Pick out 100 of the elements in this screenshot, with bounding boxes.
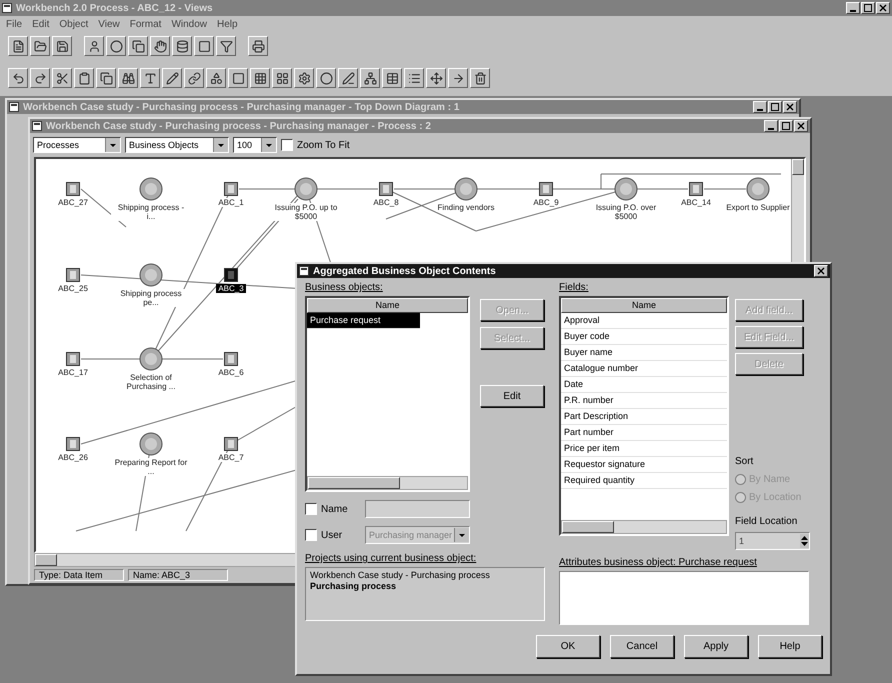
toolbar-button[interactable] [448, 68, 468, 88]
menu-item[interactable]: Window [171, 18, 208, 30]
node-label[interactable]: ABC_27 [56, 198, 90, 207]
checkbox[interactable] [305, 529, 317, 541]
menu-item[interactable]: Edit [32, 18, 50, 30]
node-label[interactable]: ABC_6 [216, 368, 246, 377]
toolbar-button[interactable] [294, 68, 314, 88]
attributes-field[interactable] [559, 571, 809, 625]
toolbar-button[interactable] [194, 36, 214, 56]
toolbar-button[interactable] [96, 68, 116, 88]
minimize-button[interactable] [846, 2, 860, 14]
toolbar-button[interactable] [52, 36, 72, 56]
toolbar-button[interactable] [206, 68, 226, 88]
minimize-button[interactable] [753, 101, 767, 113]
toolbar-button[interactable] [74, 68, 94, 88]
maximize-button[interactable] [861, 2, 875, 14]
toolbar-button[interactable] [316, 68, 336, 88]
data-item-icon [66, 352, 80, 366]
list-item[interactable]: Buyer code [561, 329, 727, 345]
toolbar-button[interactable] [84, 36, 104, 56]
list-item[interactable]: Date [561, 377, 727, 393]
close-button[interactable] [783, 101, 797, 113]
close-button[interactable] [794, 120, 808, 132]
toolbar-button[interactable] [426, 68, 446, 88]
list-item[interactable]: P.R. number [561, 393, 727, 409]
menu-item[interactable]: Format [130, 18, 162, 30]
toolbar-button[interactable] [118, 68, 138, 88]
toolbar-button[interactable] [128, 36, 148, 56]
spinner-field[interactable]: 1 [735, 532, 810, 550]
list-item[interactable]: Price per item [561, 441, 727, 457]
menu-item[interactable]: Object [59, 18, 88, 30]
toolbar-button[interactable] [140, 68, 160, 88]
network-icon [364, 72, 376, 84]
toolbar-button[interactable] [30, 36, 50, 56]
list-item[interactable]: Part number [561, 425, 727, 441]
toolbar-button[interactable] [106, 36, 126, 56]
node-label[interactable]: ABC_25 [56, 284, 90, 293]
node-label[interactable]: ABC_1 [216, 198, 246, 207]
data-item-icon [66, 437, 80, 451]
data-item-icon [66, 182, 80, 196]
dialog-button[interactable]: Cancel [610, 635, 674, 658]
dialog-button[interactable]: Edit [480, 385, 544, 407]
toolbar-button[interactable] [382, 68, 402, 88]
dialog-button[interactable]: OK [536, 635, 600, 658]
toolbar-button[interactable] [250, 68, 270, 88]
list-item[interactable]: Catalogue number [561, 361, 727, 377]
list-item[interactable]: Part Description [561, 409, 727, 425]
maximize-button[interactable] [768, 101, 782, 113]
list-item[interactable]: Buyer name [561, 345, 727, 361]
view-select[interactable]: Processes [33, 137, 121, 153]
zoom-select[interactable]: 100 [233, 137, 277, 153]
list-item[interactable]: Approval [561, 313, 727, 329]
toolbar-button[interactable] [338, 68, 358, 88]
node-label[interactable]: ABC_26 [56, 453, 90, 462]
toolbar-button[interactable] [228, 68, 248, 88]
toolbar-button[interactable] [404, 68, 424, 88]
toolbar-button[interactable] [162, 68, 182, 88]
toolbar-button[interactable] [470, 68, 490, 88]
minimize-button[interactable] [764, 120, 778, 132]
menu-item[interactable]: View [98, 18, 120, 30]
list-item[interactable]: Purchase request [307, 313, 420, 329]
toolbar-button[interactable] [30, 68, 50, 88]
data-item-icon [224, 437, 238, 451]
toolbar-button[interactable] [184, 68, 204, 88]
window-icon [299, 266, 309, 276]
checkbox[interactable] [305, 503, 317, 515]
dialog-button[interactable]: Apply [684, 635, 748, 658]
close-button[interactable] [876, 2, 890, 14]
menu-item[interactable]: Help [217, 18, 238, 30]
node-label[interactable]: ABC_7 [216, 453, 246, 462]
object-select[interactable]: Business Objects [125, 137, 229, 153]
node-label[interactable]: ABC_3 [216, 284, 246, 293]
column-header[interactable]: Name [561, 298, 727, 313]
toolbar-button[interactable] [8, 36, 28, 56]
name-field[interactable] [365, 500, 470, 518]
toolbar-button[interactable] [52, 68, 72, 88]
checkbox[interactable] [281, 139, 293, 151]
list-item[interactable]: Required quantity [561, 473, 727, 489]
toolbar-button[interactable] [248, 36, 268, 56]
node-label[interactable]: ABC_8 [371, 198, 401, 207]
table-icon [386, 72, 398, 84]
toolbar-button[interactable] [272, 68, 292, 88]
node-label[interactable]: Export to Supplier [724, 203, 792, 212]
dialog-button[interactable]: Help [758, 635, 822, 658]
node-label[interactable]: Finding vendors [436, 203, 496, 212]
toolbar-button[interactable] [150, 36, 170, 56]
close-button[interactable] [814, 265, 828, 277]
node-label[interactable]: ABC_14 [679, 198, 713, 207]
toolbar-button[interactable] [216, 36, 236, 56]
maximize-button[interactable] [779, 120, 793, 132]
list-item[interactable]: Requestor signature [561, 457, 727, 473]
menu-item[interactable]: File [6, 18, 22, 30]
horizontal-scrollbar[interactable] [307, 476, 468, 490]
node-label[interactable]: ABC_17 [56, 368, 90, 377]
toolbar-button[interactable] [172, 36, 192, 56]
toolbar-button[interactable] [360, 68, 380, 88]
horizontal-scrollbar[interactable] [561, 520, 727, 534]
column-header[interactable]: Name [307, 298, 468, 313]
node-label[interactable]: ABC_9 [531, 198, 561, 207]
toolbar-button[interactable] [8, 68, 28, 88]
